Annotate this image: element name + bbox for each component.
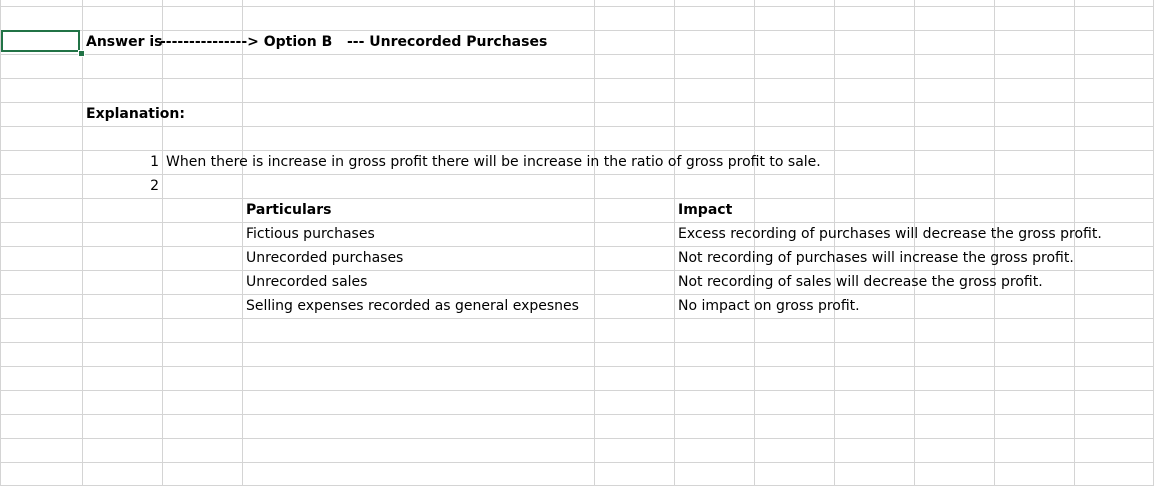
row-line xyxy=(0,126,1154,127)
answer-detail[interactable]: --- Unrecorded Purchases xyxy=(347,31,547,53)
point-number[interactable]: 2 xyxy=(82,175,159,197)
point-text[interactable]: When there is increase in gross profit t… xyxy=(166,151,821,173)
row-line xyxy=(0,174,1154,175)
table-row-impact[interactable]: Excess recording of purchases will decre… xyxy=(678,223,1102,245)
table-row-impact[interactable]: Not recording of purchases will increase… xyxy=(678,247,1074,269)
fill-handle[interactable] xyxy=(78,50,85,57)
answer-option[interactable]: ---------------> Option B xyxy=(160,31,332,53)
table-header-particulars[interactable]: Particulars xyxy=(246,199,331,221)
col-line xyxy=(674,0,675,486)
row-line xyxy=(0,6,1154,7)
row-line xyxy=(0,78,1154,79)
explanation-heading[interactable]: Explanation: xyxy=(86,103,185,125)
row-line xyxy=(0,462,1154,463)
selected-cell[interactable] xyxy=(1,30,80,52)
answer-label[interactable]: Answer is xyxy=(86,31,162,53)
table-row-particulars[interactable]: Unrecorded sales xyxy=(246,271,367,293)
point-number[interactable]: 1 xyxy=(82,151,159,173)
row-line xyxy=(0,318,1154,319)
table-header-impact[interactable]: Impact xyxy=(678,199,732,221)
row-line xyxy=(0,54,1154,55)
row-line xyxy=(0,342,1154,343)
table-row-impact[interactable]: No impact on gross profit. xyxy=(678,295,860,317)
row-line xyxy=(0,366,1154,367)
row-line xyxy=(0,438,1154,439)
col-line xyxy=(242,0,243,486)
col-line xyxy=(0,0,1,486)
table-row-particulars[interactable]: Selling expenses recorded as general exp… xyxy=(246,295,579,317)
col-line xyxy=(162,0,163,486)
row-line xyxy=(0,414,1154,415)
col-line xyxy=(594,0,595,486)
table-row-particulars[interactable]: Unrecorded purchases xyxy=(246,247,403,269)
table-row-particulars[interactable]: Fictious purchases xyxy=(246,223,375,245)
col-line xyxy=(82,0,83,486)
table-row-impact[interactable]: Not recording of sales will decrease the… xyxy=(678,271,1043,293)
row-line xyxy=(0,390,1154,391)
row-line xyxy=(0,198,1154,199)
